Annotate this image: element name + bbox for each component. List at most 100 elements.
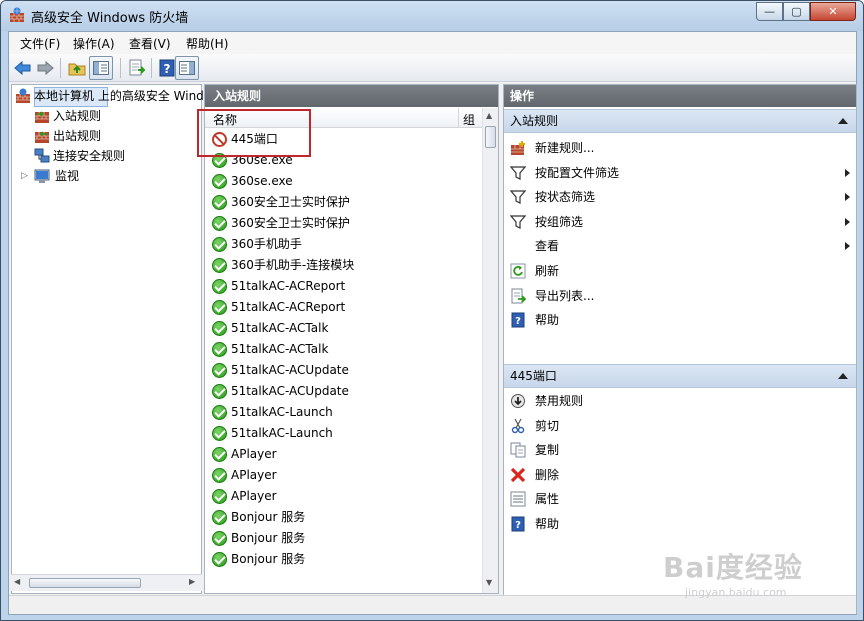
scroll-left-icon[interactable]: ◀: [14, 577, 20, 586]
menu-bar: 文件(F) 操作(A) 查看(V) 帮助(H): [9, 32, 856, 54]
rule-name: 360手机助手: [231, 237, 302, 251]
menu-help[interactable]: 帮助(H): [186, 35, 228, 52]
action-item[interactable]: 按状态筛选: [504, 185, 856, 209]
menu-file[interactable]: 文件(F): [20, 35, 60, 52]
up-folder-icon[interactable]: [67, 58, 87, 78]
forward-icon[interactable]: [35, 58, 55, 78]
expand-icon[interactable]: ▷: [21, 166, 28, 186]
menu-view[interactable]: 查看(V): [129, 35, 171, 52]
inbound-rules-icon: [35, 111, 49, 123]
rules-list: 445端口 360se.exe 360se.exe 360安全卫士实时保护 360安全卫…: [205, 129, 482, 593]
watermark: Bai度经验 jingyan.baidu.com: [663, 546, 863, 616]
export-list-icon[interactable]: [127, 58, 147, 78]
delete-icon: [510, 467, 526, 482]
svg-text:?: ?: [164, 62, 171, 76]
toolbar-separator: [151, 58, 152, 78]
tree-item-label: 入站规则: [53, 109, 102, 123]
scroll-right-icon[interactable]: ▶: [189, 577, 195, 586]
action-item[interactable]: 禁用规则: [504, 389, 856, 413]
scroll-down-icon[interactable]: ▼: [486, 578, 492, 587]
help-icon[interactable]: ?: [157, 58, 177, 78]
action-item[interactable]: 导出列表...: [504, 284, 856, 308]
scroll-thumb[interactable]: [485, 126, 496, 148]
section-selected-rule[interactable]: 445端口: [504, 364, 856, 388]
scroll-thumb[interactable]: [29, 578, 141, 588]
help-icon: ?: [511, 312, 525, 328]
action-item[interactable]: 按配置文件筛选: [504, 161, 856, 185]
rule-name: Bonjour 服务: [231, 552, 306, 566]
submenu-arrow-icon: [845, 242, 850, 251]
action-item[interactable]: 复制: [504, 438, 856, 462]
action-item[interactable]: 属性: [504, 487, 856, 511]
pane-title: 入站规则: [205, 85, 498, 107]
allowed-icon: [212, 216, 227, 231]
close-button[interactable]: ✕: [810, 2, 856, 21]
maximize-button[interactable]: ▢: [783, 2, 810, 21]
rule-name: 51talkAC-ACTalk: [231, 342, 329, 356]
disable-icon: [511, 394, 525, 408]
rule-name: Bonjour 服务: [231, 531, 306, 545]
rule-name: APlayer: [231, 447, 277, 461]
action-item[interactable]: 刷新: [504, 259, 856, 283]
allowed-icon: [212, 405, 227, 420]
scroll-up-icon[interactable]: ▲: [486, 111, 492, 120]
rule-name: 360安全卫士实时保护: [231, 216, 350, 230]
tree-root-label: 本地计算机 上的高级安全 Wind: [34, 89, 204, 103]
section-inbound-rules[interactable]: 入站规则: [504, 109, 856, 133]
actions-pane: 操作 入站规则 445端口 新建规则... 按配置文件筛选按状态筛选 按组筛选 查看刷…: [503, 84, 857, 614]
watermark-url: jingyan.baidu.com: [685, 586, 787, 599]
allowed-icon: [212, 195, 227, 210]
allowed-icon: [212, 342, 227, 357]
action-item[interactable]: ? 帮助: [504, 308, 856, 332]
submenu-arrow-icon: [845, 193, 850, 202]
section-title: 445端口: [510, 369, 557, 383]
action-item[interactable]: 删除: [504, 463, 856, 487]
firewall-icon: [10, 7, 24, 22]
rule-name: 51talkAC-ACTalk: [231, 321, 329, 335]
allowed-icon: [212, 426, 227, 441]
allowed-icon: [212, 384, 227, 399]
minimize-button[interactable]: —: [756, 2, 783, 21]
action-item[interactable]: ? 帮助: [504, 512, 856, 536]
actions-title: 操作: [504, 85, 856, 107]
allowed-icon: [212, 510, 227, 525]
action-item[interactable]: 新建规则...: [504, 136, 856, 160]
rules-vertical-scrollbar[interactable]: ▲ ▼: [482, 108, 498, 593]
column-group-header[interactable]: 组: [463, 111, 475, 128]
toolbar-separator: [120, 58, 121, 78]
allowed-icon: [212, 531, 227, 546]
rule-name: 51talkAC-ACReport: [231, 300, 346, 314]
show-action-pane-button[interactable]: [175, 56, 199, 80]
tree-horizontal-scrollbar[interactable]: ◀ ▶: [11, 574, 202, 591]
section-title: 入站规则: [510, 114, 559, 128]
action-label: 按配置文件筛选: [535, 165, 620, 180]
rule-name: 51talkAC-ACUpdate: [231, 363, 349, 377]
allowed-icon: [212, 300, 227, 315]
rule-name: 360se.exe: [231, 174, 293, 188]
allowed-icon: [212, 279, 227, 294]
rule-name: APlayer: [231, 468, 277, 482]
copy-icon: [510, 442, 526, 458]
show-tree-button[interactable]: [89, 56, 113, 80]
svg-text:?: ?: [515, 316, 521, 327]
help-icon: ?: [511, 516, 525, 532]
title-bar[interactable]: 高级安全 Windows 防火墙 — ▢ ✕: [1, 1, 863, 31]
back-icon[interactable]: [13, 58, 33, 78]
rule-name: 360手机助手-连接模块: [231, 258, 355, 272]
console-tree-icon: [93, 61, 109, 75]
connection-security-icon: [34, 148, 50, 163]
menu-action[interactable]: 操作(A): [73, 35, 115, 52]
allowed-icon: [212, 552, 227, 567]
collapse-icon[interactable]: [838, 118, 848, 124]
action-item[interactable]: 按组筛选: [504, 210, 856, 234]
action-item[interactable]: 查看: [504, 234, 856, 258]
watermark-logo: Bai度经验: [663, 551, 803, 584]
rule-name: 51talkAC-Launch: [231, 426, 333, 440]
rule-name: APlayer: [231, 489, 277, 503]
collapse-icon[interactable]: [838, 373, 848, 379]
action-item[interactable]: 剪切: [504, 414, 856, 438]
svg-text:?: ?: [515, 520, 521, 531]
window: 高级安全 Windows 防火墙 — ▢ ✕ 文件(F) 操作(A) 查看(V)…: [0, 0, 864, 621]
column-separator[interactable]: [458, 108, 459, 128]
allowed-icon: [212, 237, 227, 252]
